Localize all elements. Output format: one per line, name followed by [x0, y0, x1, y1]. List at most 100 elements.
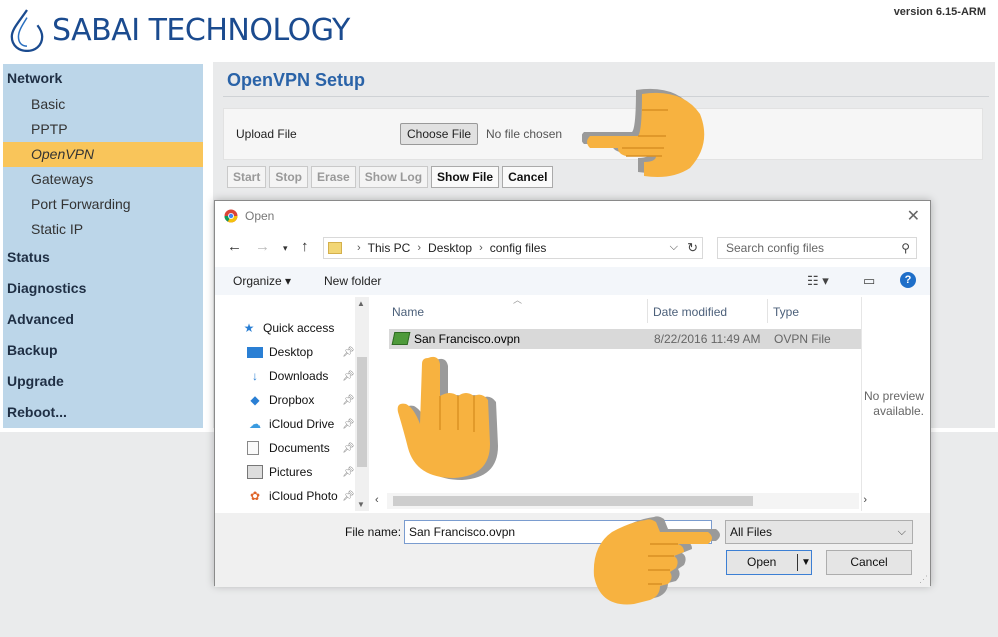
column-header-type[interactable]: Type: [773, 305, 799, 319]
breadcrumb-config-files[interactable]: config files: [490, 241, 547, 255]
close-icon[interactable]: ✕: [907, 206, 920, 226]
column-header-name[interactable]: Name: [392, 305, 424, 319]
breadcrumb-this-pc[interactable]: This PC: [368, 241, 411, 255]
scroll-down-icon[interactable]: ▼: [357, 500, 365, 509]
nav-label: Desktop: [269, 345, 314, 359]
nav-label: iCloud Photo: [269, 489, 338, 503]
open-options-dropdown-icon[interactable]: ▼: [801, 551, 811, 574]
sidebar-section-upgrade[interactable]: Upgrade: [3, 366, 203, 397]
ovpn-file-icon: [391, 332, 411, 345]
sidebar-section-reboot[interactable]: Reboot...: [3, 397, 203, 428]
new-folder-button[interactable]: New folder: [324, 274, 381, 288]
nav-label: Pictures: [269, 465, 313, 479]
breadcrumb-separator-icon: ›: [417, 242, 422, 254]
pointing-hand-left-icon: [582, 88, 705, 177]
nav-desktop[interactable]: Desktop: [247, 345, 313, 359]
start-button[interactable]: Start: [227, 166, 267, 188]
dialog-toolbar: Organize ▾ New folder ☷ ▾ ▭ ?: [215, 267, 930, 295]
file-date: 8/22/2016 11:49 AM: [654, 332, 761, 346]
open-button[interactable]: Open ▼: [726, 550, 812, 575]
scroll-up-icon[interactable]: ▲: [357, 299, 365, 308]
scroll-right-icon[interactable]: ›: [863, 494, 867, 506]
breadcrumb-desktop[interactable]: Desktop: [428, 241, 472, 255]
column-divider[interactable]: [767, 299, 768, 323]
cancel-button[interactable]: Cancel: [502, 166, 554, 188]
view-options-icon[interactable]: ☷ ▾: [807, 273, 829, 289]
help-icon[interactable]: ?: [900, 272, 916, 288]
dialog-titlebar: Open ✕: [215, 201, 930, 231]
dialog-cancel-button[interactable]: Cancel: [826, 550, 912, 575]
nav-icloud-photos[interactable]: ✿ iCloud Photo: [247, 489, 338, 503]
nav-quick-access[interactable]: ★ Quick access: [241, 321, 335, 335]
sabai-logo-icon: [10, 9, 44, 52]
nav-scrollbar[interactable]: ▲ ▼: [355, 297, 369, 511]
column-divider[interactable]: [647, 299, 648, 323]
nav-pictures[interactable]: Pictures: [247, 465, 312, 479]
nav-label: Dropbox: [269, 393, 315, 407]
nav-icloud-drive[interactable]: ☁ iCloud Drive: [247, 417, 334, 431]
sidebar-section-network[interactable]: Network: [3, 64, 203, 92]
address-dropdown-icon[interactable]: ⌵: [670, 241, 678, 254]
address-bar[interactable]: › This PC › Desktop › config files ⌵ ↻: [323, 237, 703, 259]
nav-dropbox[interactable]: ◆ Dropbox: [247, 393, 314, 407]
sidebar-item-port-forwarding[interactable]: Port Forwarding: [3, 192, 203, 217]
forward-arrow-icon[interactable]: →: [255, 238, 270, 255]
brand-name: SABAI TECHNOLOGY: [52, 12, 350, 48]
back-arrow-icon[interactable]: ←: [227, 238, 242, 255]
nav-documents[interactable]: Documents: [247, 441, 330, 455]
dialog-footer: File name: San Francisco.ovpn ⌵ All File…: [215, 513, 930, 587]
sidebar-item-gateways[interactable]: Gateways: [3, 167, 203, 192]
pin-icon: 📌︎: [342, 419, 355, 430]
sidebar-item-static-ip[interactable]: Static IP: [3, 217, 203, 242]
split-divider: [797, 554, 798, 571]
logo: SABAI TECHNOLOGY: [8, 8, 350, 52]
sidebar-section-backup[interactable]: Backup: [3, 335, 203, 366]
chevron-down-icon[interactable]: ⌵: [898, 521, 906, 543]
scrollbar-thumb[interactable]: [393, 496, 753, 506]
up-arrow-icon[interactable]: ↑: [301, 238, 309, 255]
nav-downloads[interactable]: ↓ Downloads: [247, 369, 328, 383]
stop-button[interactable]: Stop: [269, 166, 309, 188]
breadcrumb-separator-icon: ›: [357, 242, 361, 254]
file-name-value: San Francisco.ovpn: [409, 525, 516, 539]
page-title: OpenVPN Setup: [227, 70, 366, 90]
preview-pane: No preview available.: [861, 297, 931, 511]
breadcrumb-separator-icon: ›: [479, 242, 483, 254]
nav-label: iCloud Drive: [269, 417, 335, 431]
cloud-icon: ☁: [249, 417, 261, 431]
choose-file-button[interactable]: Choose File: [400, 123, 479, 145]
scrollbar-thumb[interactable]: [357, 357, 367, 467]
file-row[interactable]: San Francisco.ovpn 8/22/2016 11:49 AM OV…: [389, 329, 861, 349]
nav-label: Quick access: [263, 321, 335, 335]
search-placeholder: Search config files: [726, 241, 825, 255]
sidebar-section-advanced[interactable]: Advanced: [3, 304, 203, 335]
refresh-icon[interactable]: ↻: [687, 240, 698, 256]
recent-locations-chevron-icon[interactable]: ▾: [283, 243, 288, 254]
sidebar-section-status[interactable]: Status: [3, 242, 203, 273]
dialog-title: Open: [245, 209, 275, 223]
pin-icon: 📌︎: [342, 347, 355, 358]
sidebar-section-diagnostics[interactable]: Diagnostics: [3, 273, 203, 304]
file-name: San Francisco.ovpn: [414, 332, 521, 346]
file-name-label: File name:: [345, 525, 402, 539]
preview-pane-icon[interactable]: ▭: [863, 273, 875, 289]
show-log-button[interactable]: Show Log: [358, 166, 429, 188]
nav-label: Documents: [269, 441, 330, 455]
sidebar-item-pptp[interactable]: PPTP: [3, 117, 203, 142]
erase-button[interactable]: Erase: [311, 166, 356, 188]
file-type-filter[interactable]: All Files ⌵: [725, 520, 913, 544]
sort-indicator-icon: ︿: [513, 295, 523, 305]
organize-menu[interactable]: Organize ▾: [233, 274, 291, 288]
open-file-dialog: Open ✕ ← → ▾ ↑ › This PC › Desktop › con…: [214, 200, 931, 587]
pin-icon: 📌︎: [342, 443, 355, 454]
open-button-label: Open: [747, 555, 777, 569]
file-list-horizontal-scrollbar[interactable]: ‹ ›: [375, 493, 867, 509]
sidebar-item-basic[interactable]: Basic: [3, 92, 203, 117]
resize-grip-icon[interactable]: ⋰: [919, 574, 928, 585]
scroll-left-icon[interactable]: ‹: [375, 494, 379, 506]
show-file-button[interactable]: Show File: [431, 166, 500, 188]
column-header-date-modified[interactable]: Date modified: [653, 305, 727, 319]
sidebar-item-openvpn[interactable]: OpenVPN: [3, 142, 203, 167]
search-input[interactable]: Search config files ⚲: [717, 237, 917, 259]
action-buttons: Start Stop Erase Show Log Show File Canc…: [227, 166, 554, 188]
